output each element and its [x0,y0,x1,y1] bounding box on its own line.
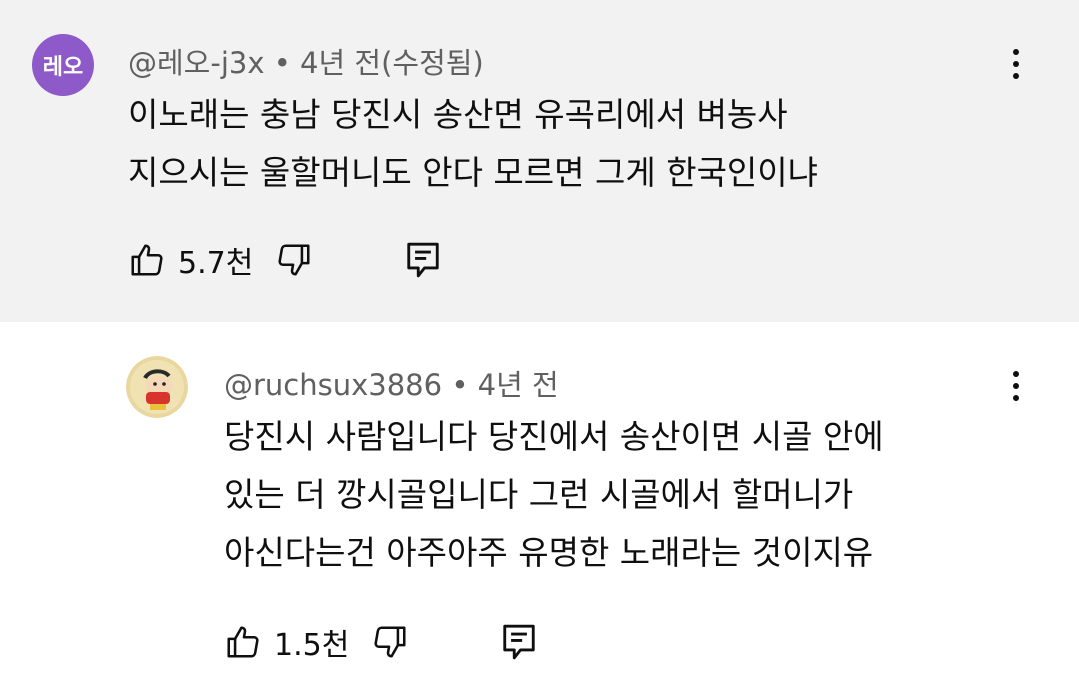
comment-line: 아신다는건 아주아주 유명한 노래라는 것이지유 [224,533,874,572]
reply-icon[interactable] [501,623,537,661]
timestamp: 4년 전 [477,368,559,402]
thumbs-up-icon[interactable] [224,623,262,661]
comment-line: 이노래는 충남 당진시 송산면 유곡리에서 벼농사 [128,95,788,134]
thumbs-up-icon[interactable] [128,241,166,279]
author-name[interactable]: @레오-j3x [128,46,265,80]
more-vert-icon[interactable] [996,366,1036,406]
thumbs-down-icon[interactable] [371,623,409,661]
comment-1: 레오 @레오-j3x • 4년 전(수정됨) 이노래는 충남 당진시 송산면 유… [0,0,1079,322]
timestamp: 4년 전(수정됨) [300,46,484,80]
comment-actions: 5.7천 [128,238,441,282]
comment-line: 있는 더 깡시골입니다 그런 시골에서 할머니가 [224,475,854,514]
more-vert-icon[interactable] [996,44,1036,84]
reply-icon[interactable] [405,241,441,279]
comment-meta: @레오-j3x • 4년 전(수정됨) [128,40,484,82]
author-name[interactable]: @ruchsux3886 [224,368,442,402]
avatar[interactable]: 레오 [32,34,94,96]
separator-dot: • [451,368,469,402]
avatar[interactable] [126,356,188,418]
comment-meta: @ruchsux3886 • 4년 전 [224,362,559,404]
comment-text: 당진시 사람입니다 당진에서 송산이면 시골 안에 있는 더 깡시골입니다 그런… [224,408,884,582]
comment-line: 당진시 사람입니다 당진에서 송산이면 시골 안에 [224,417,884,456]
comment-line: 지으시는 울할머니도 안다 모르면 그게 한국인이냐 [128,153,819,192]
like-count: 5.7천 [178,246,254,281]
separator-dot: • [273,46,291,80]
comment-text: 이노래는 충남 당진시 송산면 유곡리에서 벼농사 지으시는 울할머니도 안다 … [128,86,818,202]
comment-actions: 1.5천 [224,620,537,664]
thumbs-down-icon[interactable] [275,241,313,279]
like-count: 1.5천 [274,628,350,663]
